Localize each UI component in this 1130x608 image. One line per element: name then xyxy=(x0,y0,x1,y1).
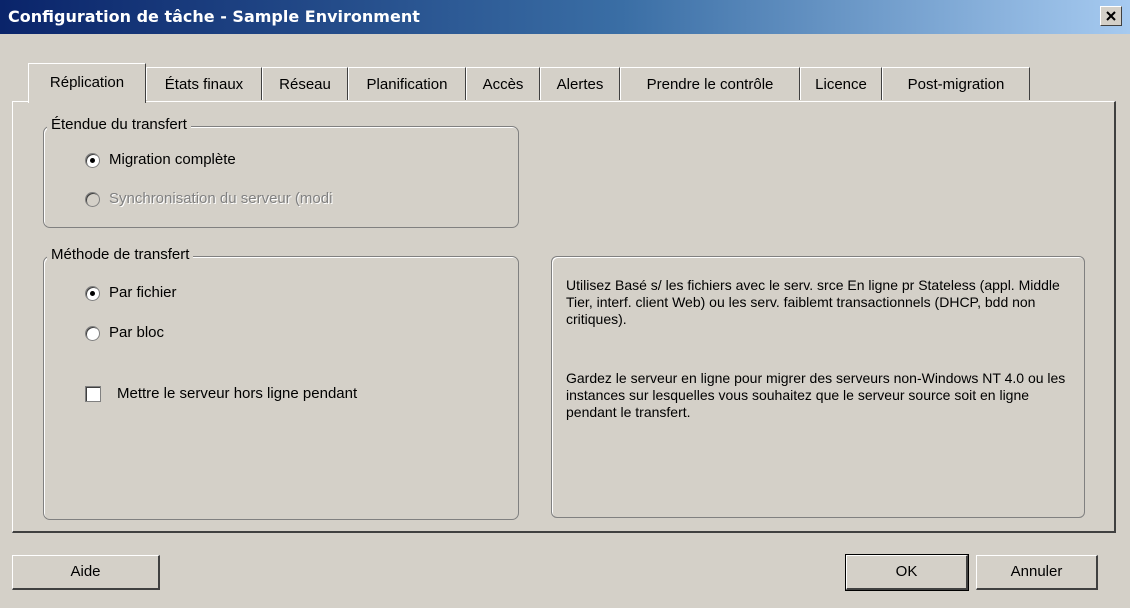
tab-replication[interactable]: Réplication xyxy=(28,63,146,103)
method-group-legend: Méthode de transfert xyxy=(47,246,194,263)
tab-prendre-le-controle[interactable]: Prendre le contrôle xyxy=(620,67,800,100)
description-box: Utilisez Basé s/ les fichiers avec le se… xyxy=(551,256,1085,518)
scope-group xyxy=(43,126,519,228)
description-paragraph-1: Utilisez Basé s/ les fichiers avec le se… xyxy=(566,277,1060,327)
checkbox-label: Mettre le serveur hors ligne pendant xyxy=(117,385,358,402)
checkbox-indicator xyxy=(85,386,101,402)
radio-indicator xyxy=(85,286,100,301)
tab-alertes[interactable]: Alertes xyxy=(540,67,620,100)
title-bar: Configuration de tâche - Sample Environm… xyxy=(0,0,1130,34)
tab-etats-finaux[interactable]: États finaux xyxy=(146,67,262,100)
radio-label: Par fichier xyxy=(109,284,177,301)
tab-acces[interactable]: Accès xyxy=(466,67,540,100)
description-paragraph-2: Gardez le serveur en ligne pour migrer d… xyxy=(566,370,1066,420)
cancel-button[interactable]: Annuler xyxy=(976,555,1098,590)
tab-post-migration[interactable]: Post-migration xyxy=(882,67,1030,100)
radio-indicator xyxy=(85,326,100,341)
window-title: Configuration de tâche - Sample Environm… xyxy=(8,7,420,26)
tab-reseau[interactable]: Réseau xyxy=(262,67,348,100)
radio-indicator xyxy=(85,153,100,168)
tab-planification[interactable]: Planification xyxy=(348,67,466,100)
close-icon xyxy=(1106,11,1116,21)
help-button[interactable]: Aide xyxy=(12,555,160,590)
ok-button[interactable]: OK xyxy=(845,554,969,591)
radio-label: Migration complète xyxy=(109,151,236,168)
radio-indicator xyxy=(85,192,100,207)
scope-group-legend: Étendue du transfert xyxy=(47,116,191,133)
radio-label: Synchronisation du serveur (modi xyxy=(109,190,333,207)
tab-licence[interactable]: Licence xyxy=(800,67,882,100)
close-button[interactable] xyxy=(1100,6,1122,26)
tab-panel-replication: Étendue du transfert Migration complète … xyxy=(12,101,1116,533)
radio-label: Par bloc xyxy=(109,324,165,341)
